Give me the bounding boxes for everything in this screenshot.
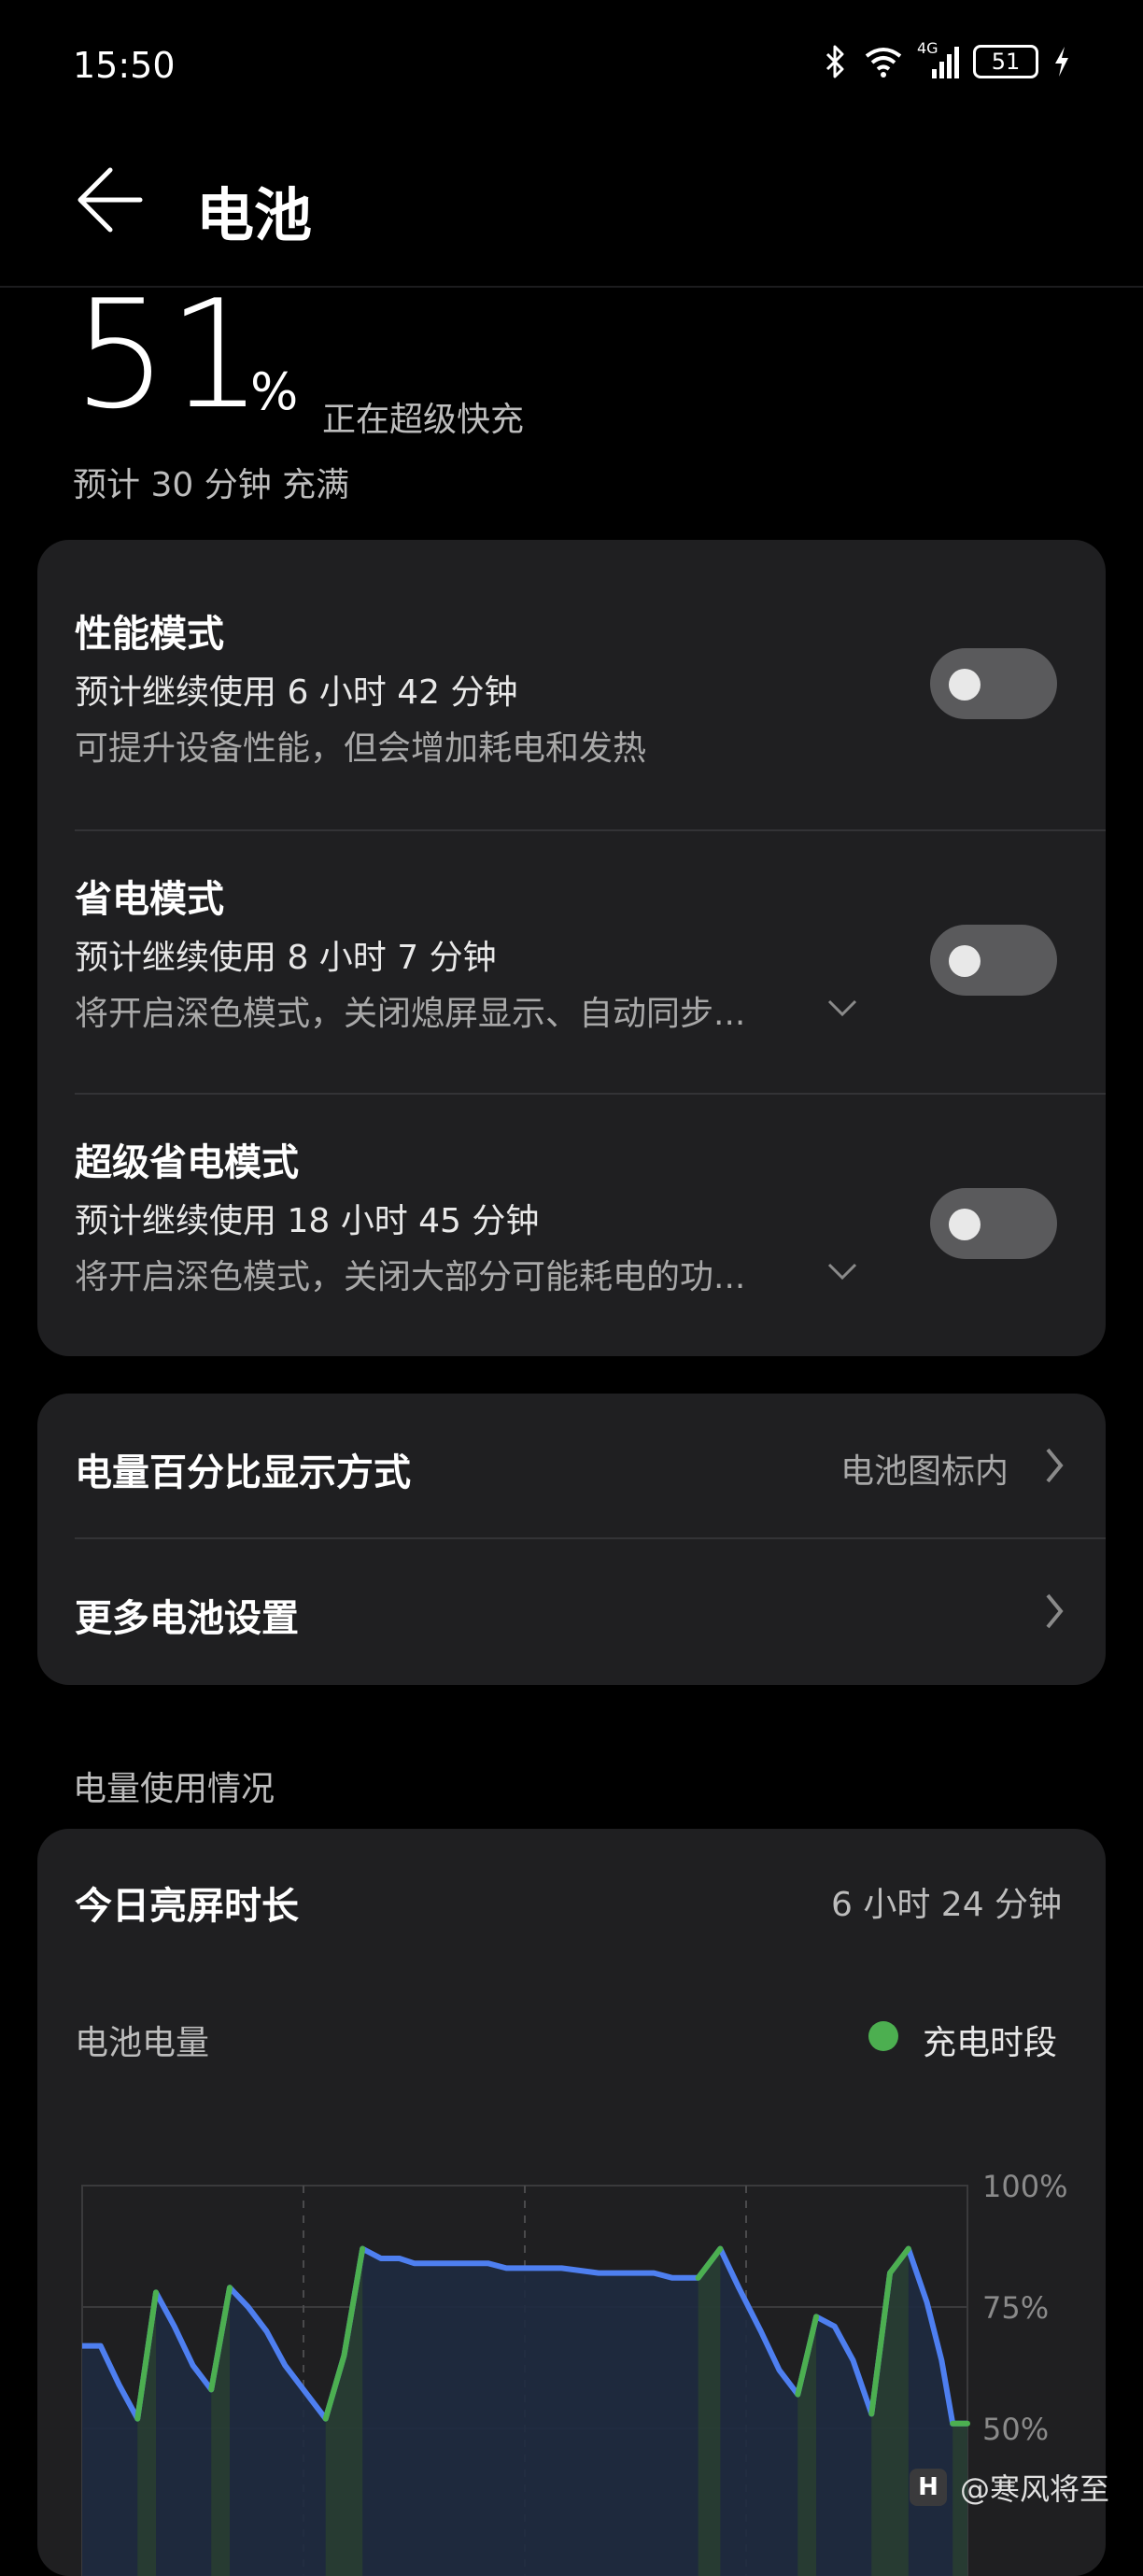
chevron-right-icon	[1046, 1593, 1064, 1629]
battery-percent: 51	[73, 267, 263, 442]
charge-estimate: 预计 30 分钟 充满	[73, 466, 350, 504]
percent-display-value: 电池图标内	[840, 1452, 1009, 1491]
battery-level-chart: 100% 75% 50%	[81, 2169, 1067, 2576]
screen-time-value: 6 小时 24 分钟	[831, 1886, 1063, 1924]
charging-legend-dot	[868, 2021, 898, 2051]
y-tick-label: 50%	[982, 2412, 1049, 2447]
expand-chevron-icon[interactable]	[824, 1252, 861, 1289]
mode-title: 超级省电模式	[75, 1141, 299, 1184]
power-saving-toggle[interactable]	[930, 925, 1057, 996]
percent-sign: %	[250, 362, 299, 421]
mode-row-performance[interactable]: 性能模式 预计继续使用 6 小时 42 分钟 可提升设备性能，但会增加耗电和发热	[37, 540, 1106, 829]
wifi-icon	[865, 48, 902, 78]
status-icons: 4G 51	[822, 39, 1072, 80]
mode-title: 性能模式	[75, 613, 224, 656]
mode-description: 将开启深色模式，关闭大部分可能耗电的功...	[75, 1258, 746, 1296]
more-settings-label: 更多电池设置	[75, 1597, 299, 1640]
mode-title: 省电模式	[75, 878, 224, 921]
mode-estimate: 预计继续使用 18 小时 45 分钟	[75, 1202, 540, 1240]
toggle-knob	[949, 1209, 981, 1240]
charging-band	[871, 2248, 909, 2576]
screen-time-label: 今日亮屏时长	[75, 1885, 299, 1928]
toggle-knob	[949, 945, 981, 977]
page-title: 电池	[196, 181, 313, 249]
battery-indicator: 51	[973, 45, 1038, 78]
ultra-power-saving-toggle[interactable]	[930, 1188, 1057, 1259]
y-tick-label: 100%	[982, 2169, 1067, 2204]
watermark-text: @寒风将至	[959, 2471, 1109, 2507]
chevron-right-icon	[1046, 1448, 1064, 1483]
more-battery-settings-row[interactable]: 更多电池设置	[37, 1539, 1106, 1685]
mode-description: 可提升设备性能，但会增加耗电和发热	[75, 729, 647, 768]
mode-estimate: 预计继续使用 6 小时 42 分钟	[75, 673, 518, 712]
charge-state: 正在超级快充	[322, 401, 525, 439]
charging-band	[137, 2292, 156, 2576]
mode-estimate: 预计继续使用 8 小时 7 分钟	[75, 939, 497, 977]
battery-level-label: 电池电量	[75, 2024, 210, 2062]
watermark: H @寒风将至	[909, 2466, 1109, 2509]
battery-settings-card: 电量百分比显示方式 电池图标内 更多电池设置	[37, 1394, 1106, 1685]
charging-bolt-icon	[1055, 47, 1068, 77]
mode-description: 将开启深色模式，关闭熄屏显示、自动同步...	[75, 995, 746, 1033]
toggle-knob	[949, 669, 981, 701]
charging-legend-label: 充电时段	[923, 2024, 1058, 2062]
power-modes-card: 性能模式 预计继续使用 6 小时 42 分钟 可提升设备性能，但会增加耗电和发热…	[37, 540, 1106, 1356]
bluetooth-icon	[826, 45, 844, 78]
watermark-logo: H	[909, 2469, 947, 2506]
usage-section-label: 电量使用情况	[73, 1770, 275, 1808]
charging-band	[698, 2248, 721, 2576]
back-button[interactable]	[73, 161, 148, 235]
status-time: 15:50	[73, 45, 176, 86]
performance-mode-toggle[interactable]	[930, 648, 1057, 719]
signal-bars-icon	[932, 47, 959, 78]
battery-usage-card: 今日亮屏时长 6 小时 24 分钟 电池电量 充电时段 100% 75% 50%	[37, 1829, 1106, 2576]
back-arrow-icon	[78, 167, 143, 233]
percent-display-label: 电量百分比显示方式	[75, 1451, 411, 1494]
cellular-signal: 4G	[917, 39, 960, 80]
mode-row-ultra-power-saving[interactable]: 超级省电模式 预计继续使用 18 小时 45 分钟 将开启深色模式，关闭大部分可…	[37, 1095, 1106, 1356]
charging-band	[325, 2248, 363, 2576]
mode-row-power-saving[interactable]: 省电模式 预计继续使用 8 小时 7 分钟 将开启深色模式，关闭熄屏显示、自动同…	[37, 831, 1106, 1093]
percent-display-row[interactable]: 电量百分比显示方式 电池图标内	[37, 1394, 1106, 1537]
y-tick-label: 75%	[982, 2290, 1049, 2326]
expand-chevron-icon[interactable]	[824, 988, 861, 1026]
